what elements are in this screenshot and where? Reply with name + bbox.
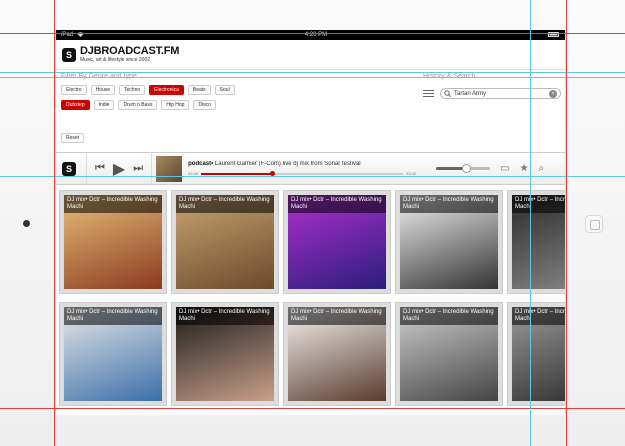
mix-caption: DJ mix• Dctr – Incredible Washing Machi bbox=[64, 307, 162, 325]
mix-caption: DJ mix• Dctr – Incredible Washing Machi bbox=[176, 195, 274, 213]
mix-caption: DJ mix• Dctr – Incredible Washing Machi bbox=[64, 195, 162, 213]
genre-chip-indie[interactable]: Indie bbox=[93, 100, 115, 110]
track-artwork bbox=[156, 155, 183, 182]
mix-caption: DJ mix• Dctr – Incredible Washing Machi bbox=[400, 307, 498, 325]
genre-chip-beats[interactable]: Beats bbox=[187, 85, 211, 95]
guide-line bbox=[0, 72, 625, 73]
guide-line bbox=[0, 33, 625, 34]
brand-name[interactable]: DJBROADCAST.FM bbox=[80, 46, 179, 57]
guide-line bbox=[0, 176, 625, 177]
brand-tagline: Music, art & lifestyle since 2002 bbox=[80, 57, 151, 63]
previous-icon[interactable]: ⏮ bbox=[95, 162, 105, 175]
search-query[interactable]: Tartan Army bbox=[454, 91, 546, 97]
filter-panel: Filter By Genre and type ElectroHouseTec… bbox=[61, 73, 561, 148]
mix-card[interactable]: DJ mix• Dctr – Incredible Washing Machi bbox=[507, 302, 565, 406]
guide-line bbox=[566, 0, 567, 446]
status-bar: iPad 4:20 PM bbox=[56, 30, 565, 40]
next-icon[interactable]: ⏭ bbox=[133, 162, 143, 175]
airplay-icon[interactable]: ▭ bbox=[500, 163, 509, 174]
genre-chip-drum-n-bass[interactable]: Drum n Bass bbox=[118, 100, 158, 110]
track-type: podcast• bbox=[188, 161, 214, 167]
clear-search-icon[interactable]: × bbox=[549, 89, 557, 98]
mix-card[interactable]: DJ mix• Dctr – Incredible Washing Machi bbox=[507, 190, 565, 294]
guide-line bbox=[54, 0, 55, 446]
mix-card[interactable]: DJ mix• Dctr – Incredible Washing Machi bbox=[171, 302, 279, 406]
brand-logo-icon[interactable]: S bbox=[62, 47, 76, 62]
transport-controls: ⏮ ▶ ⏭ bbox=[86, 153, 153, 184]
mix-card[interactable]: DJ mix• Dctr – Incredible Washing Machi bbox=[283, 302, 391, 406]
mix-card[interactable]: DJ mix• Dctr – Incredible Washing Machi bbox=[171, 190, 279, 294]
progress-track[interactable] bbox=[201, 170, 404, 176]
mix-card[interactable]: DJ mix• Dctr – Incredible Washing Machi bbox=[283, 190, 391, 294]
star-icon[interactable]: ★ bbox=[520, 163, 529, 174]
camera-dot bbox=[23, 220, 30, 227]
mix-card[interactable]: DJ mix• Dctr – Incredible Washing Machi bbox=[395, 190, 503, 294]
mix-caption: DJ mix• Dctr – Incredible Washing Machi bbox=[288, 307, 386, 325]
mix-caption: DJ mix• Dctr – Incredible Washing Machi bbox=[176, 307, 274, 325]
guide-line bbox=[0, 408, 625, 409]
mix-caption: DJ mix• Dctr – Incredible Washing Machi bbox=[288, 195, 386, 213]
player-search-icon[interactable]: ⌕ bbox=[539, 163, 545, 174]
track-title: podcast• Laurent Garnier (F-Com) live dj… bbox=[188, 161, 416, 167]
mix-card[interactable]: DJ mix• Dctr – Incredible Washing Machi bbox=[59, 190, 167, 294]
volume-handle[interactable] bbox=[461, 164, 471, 173]
mix-card[interactable]: DJ mix• Dctr – Incredible Washing Machi bbox=[59, 302, 167, 406]
genre-chip-soul[interactable]: Soul bbox=[214, 85, 235, 95]
genre-chip-hip-hop[interactable]: Hip Hop bbox=[161, 100, 190, 110]
genre-chip-electronica[interactable]: Electronica bbox=[149, 85, 184, 95]
genre-chip-dubstep[interactable]: Dubstep bbox=[61, 100, 90, 110]
search-input[interactable]: Tartan Army × bbox=[440, 88, 561, 99]
mix-card[interactable]: DJ mix• Dctr – Incredible Washing Machi bbox=[395, 302, 503, 406]
guide-line bbox=[530, 0, 531, 446]
track-name: Laurent Garnier (F-Com) live dj mix from… bbox=[213, 161, 361, 167]
app-screen: iPad 4:20 PM S DJBROADCAST.FM Music, art… bbox=[55, 30, 566, 415]
progress-fill bbox=[201, 172, 272, 175]
search-icon bbox=[444, 90, 451, 97]
mix-caption: DJ mix• Dctr – Incredible Washing Machi bbox=[512, 307, 565, 325]
mix-grid: DJ mix• Dctr – Incredible Washing Machi D… bbox=[59, 190, 565, 406]
guide-line bbox=[0, 77, 625, 78]
progress-handle[interactable] bbox=[269, 170, 275, 176]
genre-chip-techno[interactable]: Techno bbox=[119, 85, 146, 95]
track-info: podcast• Laurent Garnier (F-Com) live dj… bbox=[188, 161, 416, 176]
genre-row-2: Dubstep Indie Drum n Bass Hip Hop Disco bbox=[61, 100, 561, 110]
genre-chip-house[interactable]: House bbox=[90, 85, 116, 95]
list-menu-icon[interactable] bbox=[423, 90, 434, 97]
site-header: S DJBROADCAST.FM Music, art & lifestyle … bbox=[56, 40, 565, 70]
mix-caption: DJ mix• Dctr – Incredible Washing Machi bbox=[512, 195, 565, 213]
genre-chip-electro[interactable]: Electro bbox=[61, 85, 87, 95]
home-button[interactable] bbox=[585, 215, 603, 233]
reset-button[interactable]: Reset bbox=[61, 133, 85, 143]
volume-slider[interactable] bbox=[436, 164, 491, 173]
mix-caption: DJ mix• Dctr – Incredible Washing Machi bbox=[400, 195, 498, 213]
player-logo-icon[interactable]: S bbox=[56, 161, 86, 176]
genre-chip-disco[interactable]: Disco bbox=[193, 100, 216, 110]
audio-player-bar: S ⏮ ▶ ⏭ podcast• Laurent Garnier (F-Com)… bbox=[56, 152, 565, 185]
